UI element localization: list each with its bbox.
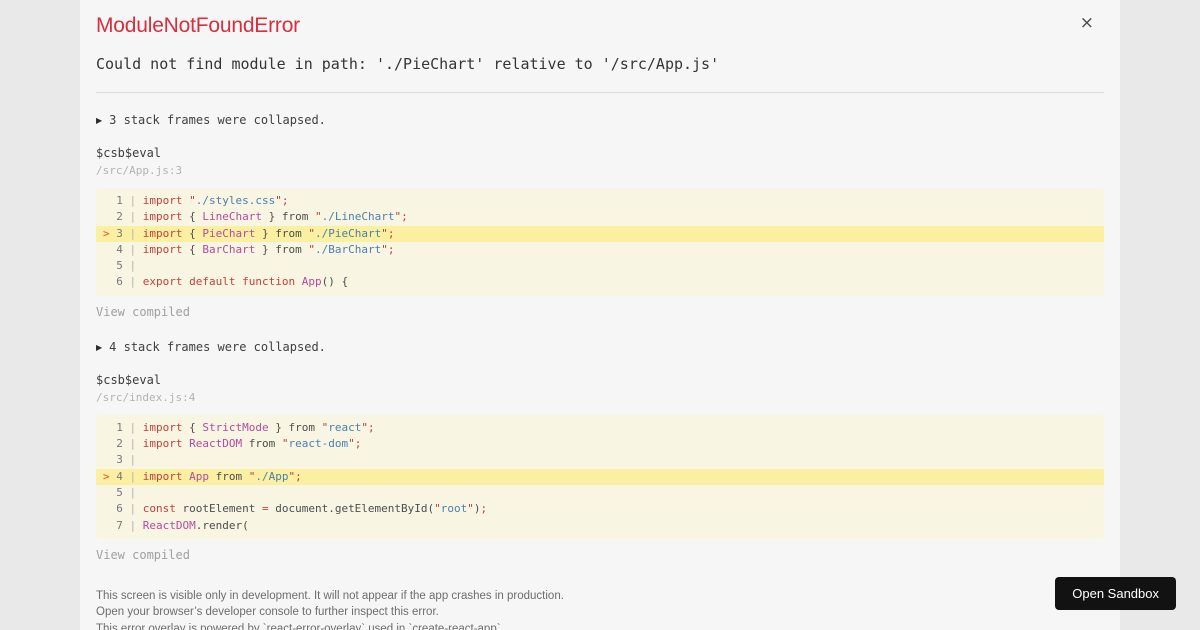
stack-frame-function: $csb$eval [96, 146, 162, 160]
code-line: 2 | import ReactDOM from "react-dom"; [109, 437, 362, 451]
code-line: 5 | [109, 259, 143, 273]
code-line: 6 | export default function App() { [109, 275, 349, 289]
dev-footer: This screen is visible only in developme… [96, 588, 1104, 630]
stack-frame-location: /src/App.js:3 [96, 164, 183, 177]
footer-line: This error overlay is powered by `react-… [96, 622, 504, 630]
error-title: ModuleNotFoundError [96, 14, 300, 37]
code-frame: 1 | import "./styles.css"; 2 | import { … [96, 188, 1104, 296]
collapse-arrow-icon: ▶ [96, 342, 103, 352]
footer-line: This screen is visible only in developme… [96, 589, 564, 602]
collapsed-frames-toggle[interactable]: ▶ 3 stack frames were collapsed. [96, 113, 1104, 127]
code-line: 1 | import { StrictMode } from "react"; [109, 420, 375, 434]
code-line: 2 | import { LineChart } from "./LineCha… [109, 210, 408, 224]
code-line: 4 | import { BarChart } from "./BarChart… [109, 242, 395, 256]
code-line: 5 | [109, 485, 143, 499]
footer-line: Open your browser’s developer console to… [96, 606, 439, 619]
code-line: 3 | [109, 453, 143, 467]
view-compiled-link[interactable]: View compiled [96, 549, 190, 561]
code-frame: 1 | import { StrictMode } from "react"; … [96, 414, 1104, 539]
collapsed-frames-label: 4 stack frames were collapsed. [109, 339, 326, 354]
collapse-arrow-icon: ▶ [96, 116, 103, 125]
close-icon[interactable]: × [1080, 15, 1094, 32]
code-line: > 4 | import App from "./App"; [96, 468, 1104, 485]
error-message: Could not find module in path: './PieCha… [96, 55, 720, 73]
stack-frame-function: $csb$eval [96, 372, 162, 387]
code-line: 1 | import "./styles.css"; [109, 194, 289, 207]
code-line: > 3 | import { PieChart } from "./PieCha… [96, 225, 1104, 242]
open-sandbox-button[interactable]: Open Sandbox [1055, 577, 1176, 610]
code-line: 7 | ReactDOM.render( [109, 518, 249, 532]
collapsed-frames-label: 3 stack frames were collapsed. [109, 113, 326, 127]
stack-frame-location: /src/index.js:4 [96, 390, 196, 404]
divider [96, 92, 1104, 93]
code-line: 6 | const rootElement = document.getElem… [109, 502, 488, 516]
view-compiled-link[interactable]: View compiled [96, 306, 190, 318]
collapsed-frames-toggle[interactable]: ▶ 4 stack frames were collapsed. [96, 340, 1104, 354]
error-overlay: × ModuleNotFoundError Could not find mod… [80, 0, 1120, 630]
